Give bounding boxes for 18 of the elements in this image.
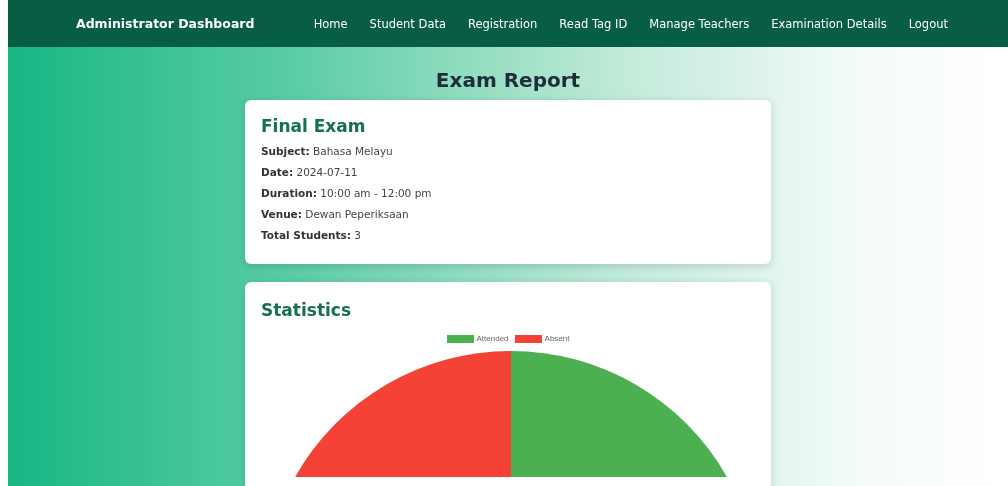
card-title: Statistics (261, 300, 353, 320)
detail-line: Subject: Bahasa Melayu (261, 145, 394, 157)
detail-line: Duration: 10:00 am - 12:00 pm (261, 187, 433, 199)
nav-link[interactable]: Read Tag ID (559, 16, 628, 31)
detail-line: Venue: Dewan Peperiksaan (261, 208, 410, 220)
nav-link[interactable]: Examination Details (771, 16, 887, 31)
detail-line: Total Students: 3 (261, 229, 362, 241)
nav-link[interactable]: Registration (468, 16, 538, 31)
nav-link[interactable]: Student Data (369, 16, 446, 31)
nav-link[interactable]: Logout (908, 16, 948, 31)
legend-label[interactable]: Absent (544, 334, 570, 343)
nav-link[interactable]: Home (313, 16, 348, 31)
brand-title: Administrator Dashboard (76, 16, 256, 31)
nav-link[interactable]: Manage Teachers (649, 16, 750, 31)
page-title: Exam Report (435, 68, 581, 92)
card-title: Final Exam (261, 116, 367, 136)
detail-line: Date: 2024-07-11 (261, 166, 359, 178)
legend-label[interactable]: Attended (476, 334, 509, 343)
